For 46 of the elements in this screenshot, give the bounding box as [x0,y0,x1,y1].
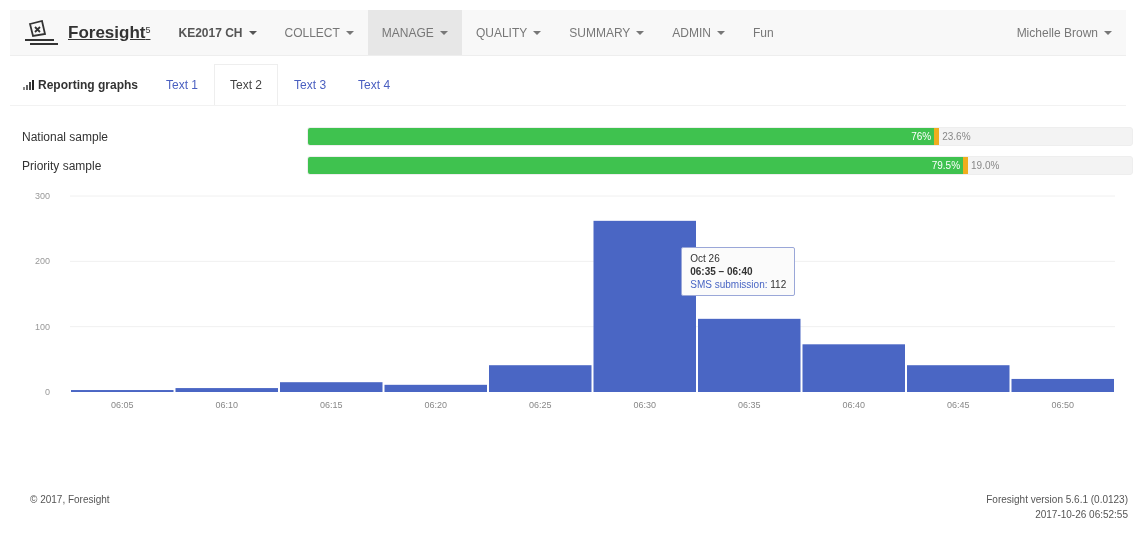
tooltip-value: SMS submission: 112 [690,277,787,291]
version-text: Foresight version 5.6.1 (0.0123) [986,493,1128,507]
y-axis-label: 300 [34,191,50,201]
y-axis-label: 0 [45,387,50,397]
brand-logo[interactable]: Foresight$^{5}$ [10,10,165,55]
y-axis-label: 200 [34,256,50,267]
x-axis-label: 06:35 [738,400,761,410]
nav-menu-item[interactable]: QUALITY [461,10,556,55]
x-axis-label: 06:40 [842,400,865,410]
x-axis-label: 06:50 [1051,400,1074,410]
progress-fill: 79.5% [308,157,964,174]
bar-chart-icon [22,79,34,90]
x-axis-label: 06:05 [111,400,134,410]
x-axis-label: 06:20 [424,400,447,410]
tab[interactable]: Text 4 [342,64,407,105]
tooltip-date: Oct 26 [690,251,721,265]
timestamp-text: 2017-10-26 06:52:55 [1034,508,1128,522]
tab[interactable]: Text 3 [278,64,343,105]
user-menu[interactable]: Michelle Brown [1002,10,1126,55]
nav-menu-item[interactable]: ADMIN [658,10,740,55]
progress-remainder: 23.6% [942,130,971,144]
x-axis-label: 06:15 [320,400,343,410]
y-axis-label: 100 [34,321,50,332]
nav-menu-item[interactable]: KE2017 CH [164,10,271,55]
logo-icon [24,19,60,46]
nav-menu-item[interactable]: COLLECT [270,10,368,55]
tab[interactable]: Text 1 [150,64,215,105]
copyright-text: © 2017, Foresight [30,493,110,507]
progress-fill: 76% [308,128,935,145]
histogram-bar[interactable] [1011,378,1114,392]
x-axis-label: 06:10 [215,400,238,410]
tab[interactable]: Text 2 [214,64,279,105]
tooltip-range: 06:35 – 06:40 [690,264,754,278]
histogram-bar[interactable] [384,384,487,392]
histogram-bar[interactable] [698,318,801,392]
sample-label: National sample [22,128,110,146]
brand-name: Foresight$^{5}$ [68,21,151,44]
progress-remainder: 19.0% [971,159,1000,173]
x-axis-label: 06:25 [529,400,552,410]
x-axis-label: 06:30 [633,400,656,410]
tab-title: Reporting graphs [38,76,138,94]
x-axis-label: 06:45 [947,400,970,410]
nav-menu-item[interactable]: MANAGE [367,10,462,55]
nav-menu-item[interactable]: SUMMARY [555,10,659,55]
nav-menu-item[interactable]: Fun [739,10,788,55]
sample-label: Priority sample [22,157,103,175]
